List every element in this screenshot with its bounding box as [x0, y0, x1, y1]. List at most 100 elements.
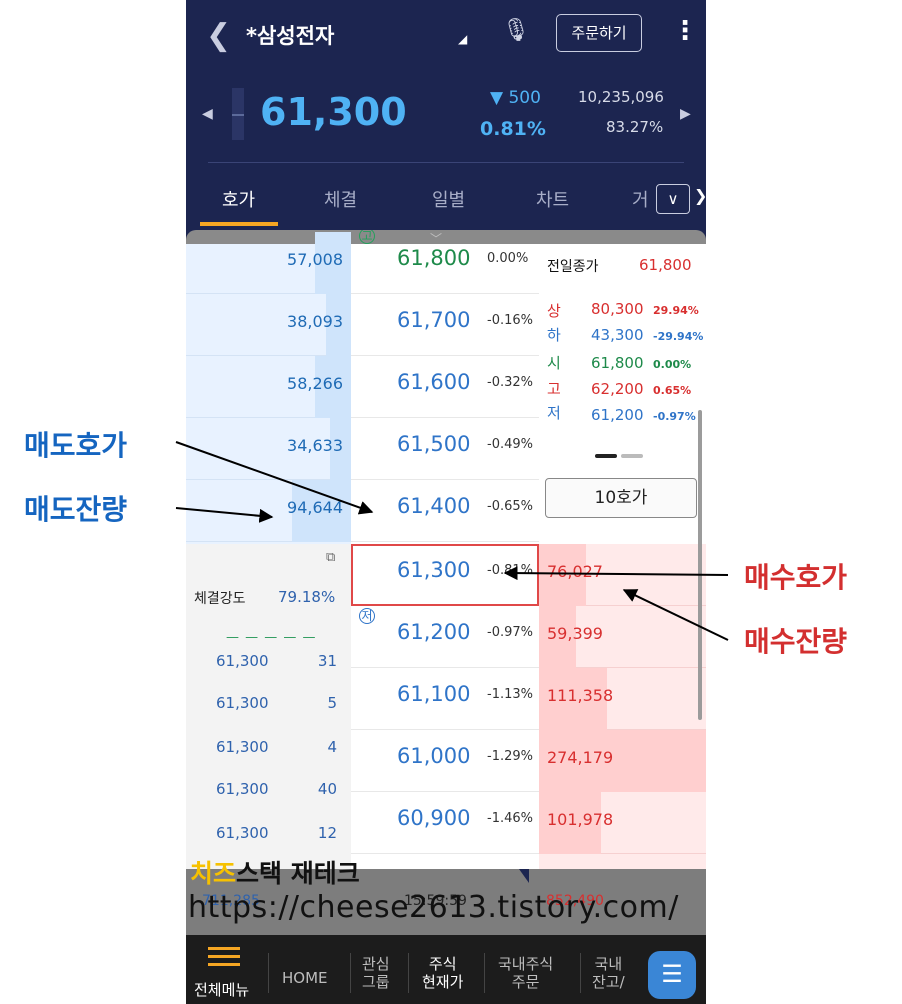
stock-header: ❮ *삼성전자 ◢ 🎙 주문하기 ⋮ ◀ 61,300 ▼ 500 0.81% …: [186, 0, 706, 230]
tab-daily[interactable]: 일별: [432, 186, 465, 212]
price-level-percent: -0.16%: [487, 313, 533, 328]
price-row[interactable]: 61,400 -0.65%: [351, 480, 539, 542]
price-row[interactable]: 61,700 -0.16%: [351, 294, 539, 356]
price-level-percent: 0.00%: [487, 251, 529, 266]
watermark-brand-text: 스택 재테크: [236, 859, 360, 888]
price-change-percent: 0.81%: [480, 118, 546, 140]
tick-qty: 40: [317, 780, 337, 798]
tab-more-partial[interactable]: 거: [632, 186, 649, 212]
open-percent: 0.00%: [653, 358, 692, 371]
nav-watch-line2: 그룹: [362, 973, 390, 991]
ask-row[interactable]: 34,633: [186, 418, 351, 480]
tick-qty: 31: [317, 652, 337, 670]
more-options-icon[interactable]: ⋮: [672, 16, 698, 46]
ask-row[interactable]: 58,266: [186, 356, 351, 418]
vertical-scrollbar[interactable]: [698, 410, 702, 720]
nav-stock-line2: 현재가: [422, 973, 464, 991]
nav-domestic-line1: 국내주식: [498, 955, 554, 973]
price-change: ▼ 500: [490, 88, 541, 108]
layers-icon[interactable]: ☰: [648, 951, 696, 999]
price-level: 61,800: [397, 246, 471, 270]
collapse-triangle-icon[interactable]: [519, 869, 529, 883]
high-label: 고: [547, 380, 561, 398]
nav-watch-group[interactable]: 관심 그룹: [362, 955, 390, 991]
nav-home[interactable]: HOME: [282, 969, 328, 987]
bid-row[interactable]: 101,978: [539, 792, 706, 854]
nav-domestic-line2: 주문: [511, 973, 540, 991]
bid-row[interactable]: 111,358: [539, 668, 706, 730]
price-info-panel: 전일종가 61,800 상 80,300 29.94% 하 43,300 -29…: [539, 244, 706, 544]
nav-separator: [580, 953, 581, 993]
current-price-row[interactable]: 61,300 -0.81%: [351, 544, 539, 606]
nav-separator: [350, 953, 351, 993]
ask-row[interactable]: 38,093: [186, 294, 351, 356]
bid-qty: 111,358: [547, 686, 614, 705]
bid-qty: 274,179: [547, 748, 614, 767]
order-button[interactable]: 주문하기: [556, 14, 642, 52]
stock-name[interactable]: *삼성전자: [246, 20, 334, 50]
price-row[interactable]: 61,600 -0.32%: [351, 356, 539, 418]
order-book: ﹀ 57,008 38,093 58,266 34,633 94,644 고 6…: [186, 230, 706, 935]
price-ladder: 고 61,800 0.00% 61,700 -0.16% 61,600 -0.3…: [351, 230, 539, 869]
volume-ratio: 83.27%: [606, 118, 664, 136]
price-level: 61,100: [397, 682, 471, 706]
tab-bar: 호가 체결 일별 차트 거 ∨ ❯: [186, 180, 706, 228]
nav-separator: [484, 953, 485, 993]
nav-domestic-order[interactable]: 국내주식 주문: [498, 955, 553, 991]
price-level-percent: -1.46%: [487, 811, 533, 826]
tab-execution[interactable]: 체결: [324, 186, 357, 212]
price-row[interactable]: 저 61,200 -0.97%: [351, 606, 539, 668]
dropdown-triangle-icon[interactable]: ◢: [458, 32, 467, 46]
tab-scroll-right-icon[interactable]: ❯: [694, 186, 706, 205]
nav-balance[interactable]: 국내 잔고/: [592, 955, 625, 991]
annotation-bid-price: 매수호가: [744, 561, 848, 594]
next-stock-arrow-icon[interactable]: ▶: [680, 106, 691, 122]
tick-price: 61,300: [216, 738, 269, 756]
price-row[interactable]: 61,500 -0.49%: [351, 418, 539, 480]
ten-hoga-button[interactable]: 10호가: [545, 478, 697, 518]
price-row[interactable]: 61,000 -1.29%: [351, 730, 539, 792]
bid-row[interactable]: 76,027: [539, 544, 706, 606]
bid-qty: 76,027: [547, 562, 603, 581]
high-price-marker: 고: [359, 230, 375, 244]
recent-trades-panel: ⧉ 체결강도 79.18% — — — — — 61,300 31 61,300…: [186, 544, 351, 869]
price-level-percent: -1.29%: [487, 749, 533, 764]
prev-stock-arrow-icon[interactable]: ◀: [202, 106, 213, 122]
microphone-icon[interactable]: 🎙: [502, 18, 530, 43]
price-row[interactable]: 고 61,800 0.00%: [351, 230, 539, 294]
bid-quantity-column: 76,027 59,399 111,358 274,179 101,978: [539, 544, 706, 869]
nav-all-menu[interactable]: 전체메뉴: [194, 979, 249, 1000]
nav-balance-line2: 잔고/: [592, 973, 625, 991]
nav-separator: [268, 953, 269, 993]
back-icon[interactable]: ❮: [206, 18, 231, 53]
trade-divider-dashes: — — — — —: [226, 630, 317, 645]
strength-value: 79.18%: [278, 588, 336, 606]
bid-row[interactable]: 59,399: [539, 606, 706, 668]
prev-close-label: 전일종가: [547, 259, 599, 275]
current-price: 61,300: [260, 90, 407, 134]
price-row[interactable]: 61,100 -1.13%: [351, 668, 539, 730]
trading-volume: 10,235,096: [578, 88, 664, 106]
ask-row[interactable]: 94,644: [186, 480, 351, 542]
price-level: 61,000: [397, 744, 471, 768]
tab-chart[interactable]: 차트: [536, 186, 569, 212]
high-percent: 0.65%: [653, 384, 692, 397]
lower-limit-value: 43,300: [591, 326, 644, 344]
tab-expand-chevron-icon[interactable]: ∨: [656, 184, 690, 214]
ask-row[interactable]: 57,008: [186, 232, 351, 294]
price-level-percent: -0.97%: [487, 625, 533, 640]
nav-stock-price[interactable]: 주식 현재가: [422, 955, 463, 991]
price-row[interactable]: 60,900 -1.46%: [351, 792, 539, 854]
ask-qty: 38,093: [287, 312, 343, 331]
bid-row[interactable]: 274,179: [539, 730, 706, 792]
external-link-icon[interactable]: ⧉: [326, 550, 335, 565]
hamburger-menu-icon[interactable]: [208, 947, 240, 971]
low-value: 61,200: [591, 406, 644, 424]
price-level: 61,500: [397, 432, 471, 456]
trade-tick-row: 61,300 40: [186, 780, 351, 822]
tick-price: 61,300: [216, 824, 269, 842]
upper-limit-percent: 29.94%: [653, 304, 699, 317]
tick-price: 61,300: [216, 780, 269, 798]
tab-hoga[interactable]: 호가: [222, 186, 255, 212]
tick-qty: 12: [317, 824, 337, 842]
